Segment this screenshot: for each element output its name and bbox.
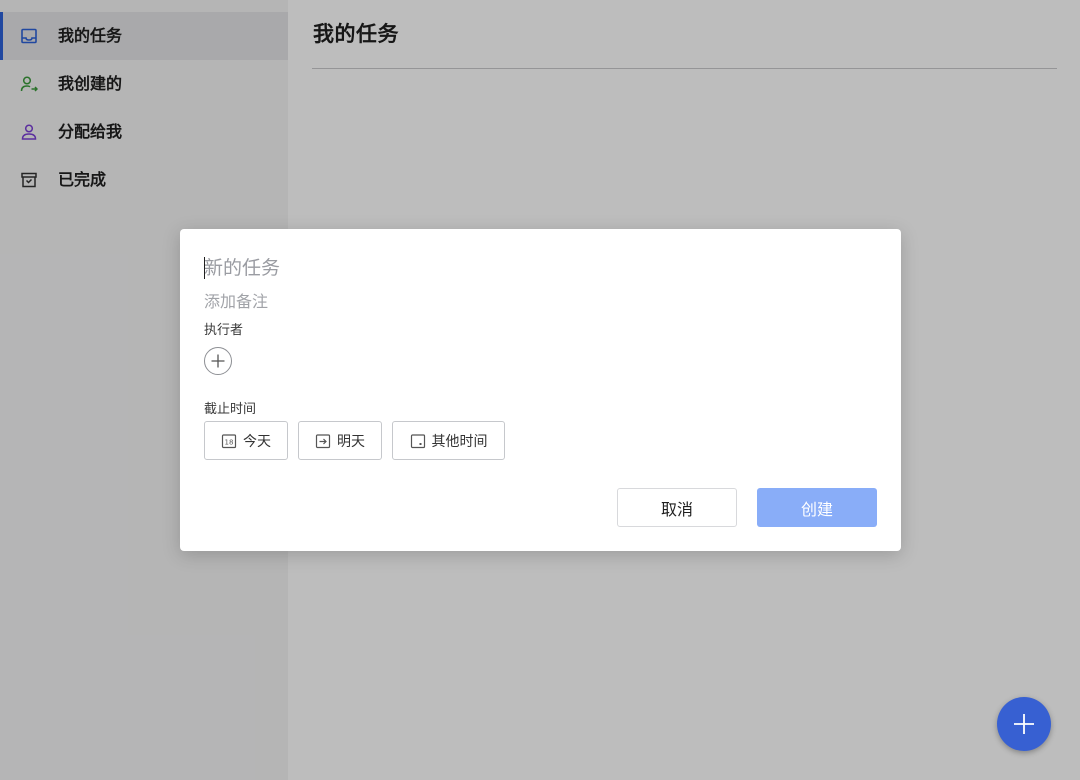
add-task-fab[interactable] — [997, 697, 1051, 751]
new-task-dialog: 执行者 截止时间 18 今天 明天 其他时间 — [180, 229, 901, 551]
date-today-label: 今天 — [243, 433, 271, 450]
date-tomorrow-button[interactable]: 明天 — [298, 421, 382, 460]
assignee-label: 执行者 — [204, 323, 244, 338]
calendar-blank-icon — [410, 433, 425, 448]
calendar-arrow-icon — [315, 433, 331, 448]
plus-icon — [1014, 714, 1034, 734]
deadline-label: 截止时间 — [204, 402, 257, 417]
date-other-label: 其他时间 — [431, 433, 488, 450]
cancel-button[interactable]: 取消 — [617, 488, 737, 527]
plus-icon — [211, 354, 225, 368]
date-tomorrow-label: 明天 — [337, 433, 365, 450]
text-caret — [204, 257, 205, 279]
date-today-button[interactable]: 18 今天 — [204, 421, 288, 460]
task-title-input[interactable] — [204, 253, 864, 283]
calendar-today-icon-text: 18 — [225, 438, 234, 446]
create-button[interactable]: 创建 — [757, 488, 877, 527]
date-other-button[interactable]: 其他时间 — [392, 421, 505, 460]
calendar-today-icon: 18 — [221, 433, 237, 448]
add-assignee-button[interactable] — [204, 347, 232, 375]
app-root: 我的任务 我创建的 分配给我 已完成 我的任务 新的任务 添加备注 执行者 截止… — [0, 0, 1080, 780]
task-note-input[interactable] — [204, 289, 864, 313]
